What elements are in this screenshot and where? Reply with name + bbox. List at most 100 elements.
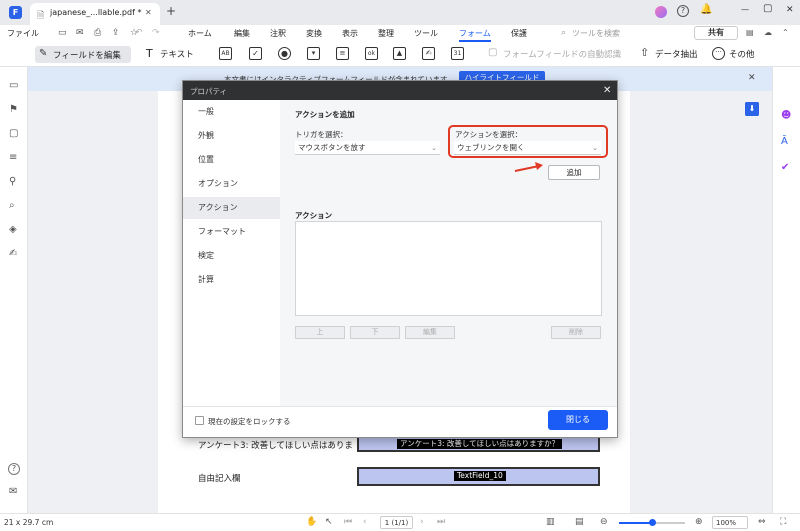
- nav-format[interactable]: フォーマット: [183, 221, 280, 243]
- attachment-icon[interactable]: ⚲: [9, 177, 16, 187]
- collapse-ribbon-icon[interactable]: ⌃: [782, 28, 789, 38]
- add-button[interactable]: 追加: [548, 165, 600, 180]
- actions-list[interactable]: [295, 221, 602, 316]
- page-number-input[interactable]: 1 (1/1): [380, 516, 413, 529]
- next-page-icon[interactable]: ›: [420, 517, 424, 527]
- fit-width-icon[interactable]: ⇔: [758, 517, 766, 527]
- bookmark-icon[interactable]: ⚑: [9, 105, 18, 115]
- zoom-in-icon[interactable]: ⊕: [695, 517, 703, 527]
- new-tab-button[interactable]: +: [166, 4, 176, 18]
- signature-panel-icon[interactable]: ✍: [9, 249, 17, 259]
- window-minimize-button[interactable]: —: [741, 5, 749, 14]
- window-close-button[interactable]: ✕: [786, 5, 794, 15]
- free-entry-form-field[interactable]: TextField_10: [357, 467, 600, 486]
- edit-fields-button[interactable]: ✎ フィールドを編集: [35, 46, 131, 63]
- stack-icon[interactable]: ◈: [9, 225, 17, 235]
- zoom-slider[interactable]: [619, 519, 685, 526]
- nav-calculate[interactable]: 計算: [183, 269, 280, 291]
- menu-organize[interactable]: 整理: [378, 28, 394, 39]
- image-tool-icon[interactable]: ▲: [393, 47, 406, 60]
- translate-icon[interactable]: Ā: [781, 137, 788, 147]
- more-button[interactable]: その他: [729, 48, 755, 60]
- email-icon[interactable]: ✉: [76, 28, 84, 38]
- menu-form[interactable]: フォーム: [459, 28, 491, 42]
- page-thumbnail-icon[interactable]: ▭: [9, 81, 18, 91]
- nav-validate[interactable]: 検定: [183, 245, 280, 267]
- ribbon-mode-icon[interactable]: ▤: [746, 28, 754, 38]
- trigger-select[interactable]: マウスボタンを放す ⌄: [295, 141, 440, 155]
- menu-comment[interactable]: 注釈: [270, 28, 286, 39]
- list-box-tool-icon[interactable]: ▾: [307, 47, 320, 60]
- nav-actions[interactable]: アクション: [183, 197, 280, 219]
- signature-field-tool-icon[interactable]: ✍: [422, 47, 435, 60]
- checkbox-tool-icon[interactable]: ✓: [249, 47, 262, 60]
- text-tool-icon[interactable]: T: [146, 47, 153, 60]
- nav-general[interactable]: 一般: [183, 101, 280, 123]
- nav-appearance[interactable]: 外観: [183, 125, 280, 147]
- text-field-tool-icon[interactable]: AB: [219, 47, 232, 60]
- hand-tool-icon[interactable]: ✋: [306, 517, 317, 527]
- data-extract-button[interactable]: データ抽出: [655, 48, 698, 60]
- tab-close-icon[interactable]: ✕: [145, 8, 152, 17]
- page-layout-icon[interactable]: ▥: [546, 517, 555, 527]
- date-field-tool-icon[interactable]: 31: [451, 47, 464, 60]
- tool-search-input[interactable]: ツールを検索: [572, 28, 620, 39]
- page-view-icon[interactable]: ▤: [575, 517, 584, 527]
- user-avatar[interactable]: [655, 6, 667, 18]
- text-tool-label[interactable]: テキスト: [160, 48, 194, 60]
- fullscreen-icon[interactable]: ⛶: [780, 517, 786, 527]
- layers-icon[interactable]: ≡: [9, 153, 17, 163]
- dialog-nav: 一般 外観 位置 オプション アクション フォーマット 検定 計算: [183, 100, 280, 406]
- share-icon[interactable]: ⇪: [112, 28, 120, 38]
- print-icon[interactable]: ⎙: [94, 28, 101, 38]
- edit-action-button[interactable]: 編集: [405, 326, 455, 339]
- auto-recognize-button[interactable]: フォームフィールドの自動認識: [503, 48, 621, 60]
- menu-file[interactable]: ファイル: [7, 28, 39, 39]
- menu-convert[interactable]: 変換: [306, 28, 322, 39]
- menu-home[interactable]: ホーム: [188, 28, 212, 39]
- window-maximize-button[interactable]: ▢: [763, 3, 772, 14]
- zoom-slider-handle[interactable]: [649, 519, 656, 526]
- menu-edit[interactable]: 編集: [234, 28, 250, 39]
- zoom-select[interactable]: 100%: [712, 516, 748, 529]
- menu-view[interactable]: 表示: [342, 28, 358, 39]
- search-panel-icon[interactable]: ⌕: [9, 201, 15, 211]
- feedback-icon[interactable]: ✉: [9, 487, 17, 497]
- menu-protect[interactable]: 保護: [511, 28, 527, 39]
- ai-assistant-icon[interactable]: ☻: [781, 111, 791, 121]
- nav-options[interactable]: オプション: [183, 173, 280, 195]
- lock-settings-checkbox[interactable]: [195, 416, 204, 425]
- select-tool-icon[interactable]: ↖: [325, 517, 333, 527]
- q3-form-field[interactable]: アンケート3: 改善してほしい点はありますか？: [357, 436, 600, 452]
- button-tool-icon[interactable]: ok: [365, 47, 378, 60]
- prev-page-icon[interactable]: ‹: [363, 517, 367, 527]
- first-page-icon[interactable]: ⏮: [344, 517, 352, 527]
- move-up-button[interactable]: 上: [295, 326, 345, 339]
- move-down-button[interactable]: 下: [350, 326, 400, 339]
- dialog-close-icon[interactable]: ✕: [603, 85, 611, 96]
- nav-position[interactable]: 位置: [183, 149, 280, 171]
- page-ai-download-icon[interactable]: ⬇: [745, 102, 759, 116]
- notice-close-icon[interactable]: ✕: [748, 73, 756, 83]
- radio-button-tool-icon[interactable]: ●: [278, 47, 291, 60]
- comment-icon[interactable]: ▢: [9, 129, 18, 139]
- notification-bell-icon[interactable]: 🔔: [700, 4, 712, 15]
- close-dialog-label: 閉じる: [566, 415, 590, 424]
- combo-box-tool-icon[interactable]: ≡: [336, 47, 349, 60]
- zoom-out-icon[interactable]: ⊖: [600, 517, 608, 527]
- help-icon[interactable]: ?: [677, 5, 689, 17]
- close-dialog-button[interactable]: 閉じる: [548, 410, 608, 430]
- delete-action-button[interactable]: 削除: [551, 326, 601, 339]
- action-select[interactable]: ウェブリンクを開く ⌄: [454, 141, 601, 155]
- save-icon[interactable]: ▭: [58, 28, 67, 38]
- help-circle-icon[interactable]: ?: [8, 463, 20, 475]
- menu-tools[interactable]: ツール: [414, 28, 438, 39]
- share-button[interactable]: 共有: [694, 26, 738, 40]
- document-tab[interactable]: 🗎 japanese_...llable.pdf * ✕: [30, 3, 160, 25]
- undo-icon[interactable]: ↶: [135, 28, 143, 38]
- last-page-icon[interactable]: ⏭: [437, 517, 445, 527]
- cloud-upload-icon[interactable]: ☁: [764, 28, 772, 38]
- redo-icon[interactable]: ↷: [152, 28, 160, 38]
- proofread-icon[interactable]: ✔: [781, 163, 789, 173]
- auto-recognize-icon: ▢: [488, 47, 498, 58]
